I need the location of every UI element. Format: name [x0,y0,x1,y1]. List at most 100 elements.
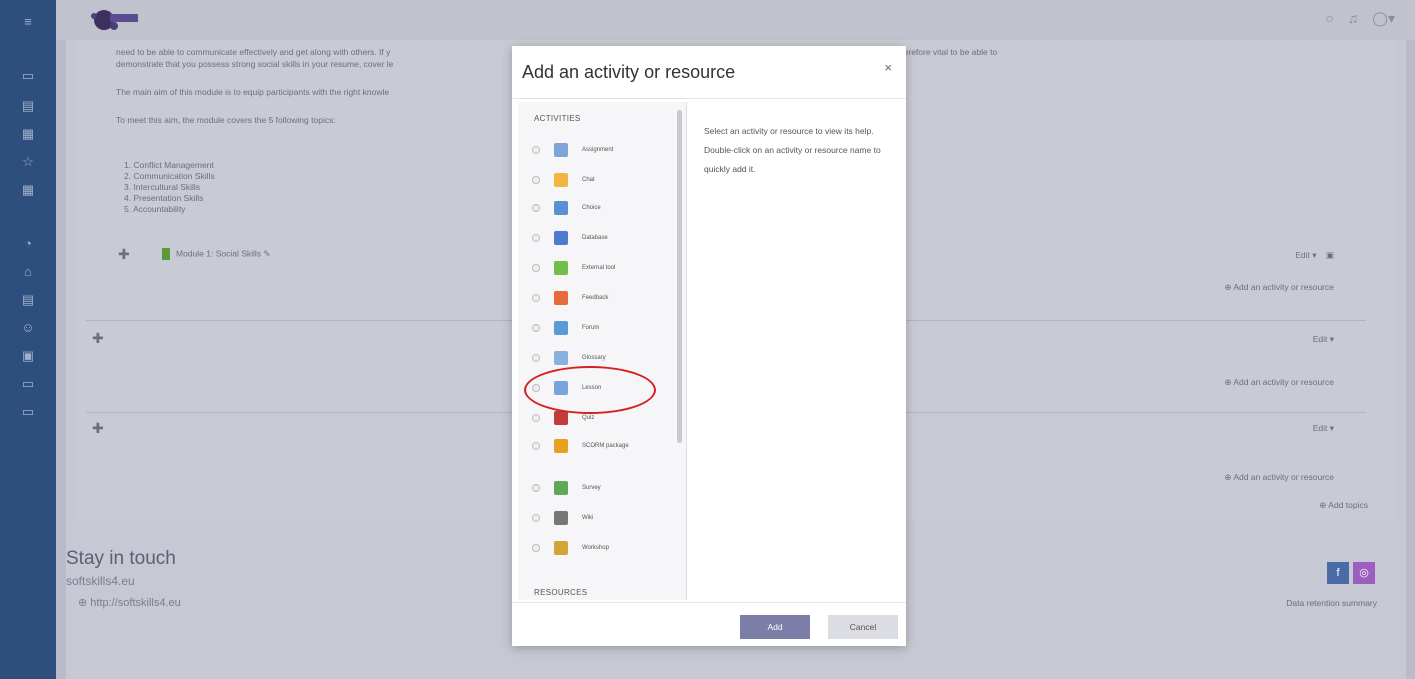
module-link-label[interactable]: Module 1: Social Skills [176,248,261,258]
scrollbar-thumb[interactable] [677,110,682,443]
folder-icon[interactable]: ▭ [20,68,36,84]
activity-option[interactable]: Survey [532,478,672,498]
radio-button[interactable] [532,234,540,242]
user-avatar-icon[interactable]: ◯▾ [1372,10,1395,27]
radio-button[interactable] [532,514,540,522]
activity-option[interactable]: Feedback [532,288,672,308]
list-icon[interactable]: ▤ [20,292,36,308]
activity-option[interactable]: Chat [532,170,672,190]
instagram-icon[interactable]: ◎ [1353,562,1375,584]
activity-option-label: Database [582,235,608,241]
radio-button[interactable] [532,146,540,154]
activity-type-icon [554,261,568,275]
social-links: f ◎ [1327,562,1375,584]
radio-button[interactable] [532,294,540,302]
activity-option[interactable]: Glossary [532,348,672,368]
bell-icon[interactable]: ♫ [1348,10,1359,27]
activity-option-label: Glossary [582,355,606,361]
gauge-icon[interactable]: ◔ [20,236,36,252]
activity-option-label: SCORM package [582,443,629,449]
folder-icon[interactable]: ▭ [20,376,36,392]
module-link[interactable]: Module 1: Social Skills ✎ [162,248,271,260]
activity-option[interactable]: External tool [532,258,672,278]
site-name: softskills4.eu [66,574,135,588]
add-activity-label: Add an activity or resource [1233,377,1334,387]
move-icon[interactable]: ✚ [118,246,130,263]
add-activity-link[interactable]: ⊕ Add an activity or resource [1224,377,1334,388]
edit-label: Edit [1312,334,1328,344]
radio-button[interactable] [532,484,540,492]
add-button[interactable]: Add [740,615,810,639]
add-activity-label: Add an activity or resource [1233,472,1334,482]
cube-icon[interactable]: ▣ [20,348,36,364]
move-icon[interactable]: ✚ [92,330,104,347]
radio-button[interactable] [532,204,540,212]
help-text: Select an activity or resource to view i… [704,126,881,174]
radio-button[interactable] [532,442,540,450]
star-icon[interactable]: ☆ [20,154,36,170]
radio-button[interactable] [532,414,540,422]
activity-option-label: Chat [582,177,595,183]
activity-type-icon [554,291,568,305]
edit-dropdown[interactable]: Edit ▾ [1313,423,1334,434]
grid-icon[interactable]: ▦ [20,182,36,198]
activity-option-label: Workshop [582,545,609,551]
left-sidebar: ≡ ▭ ▤ ▦ ☆ ▦ ◔ ⌂ ▤ ☺ ▣ ▭ ▭ [0,0,56,679]
globe-icon: ⊕ [78,597,88,609]
chat-icon[interactable]: ○ [1325,10,1333,27]
activity-option-label: Assignment [582,147,614,153]
add-activity-label: Add an activity or resource [1233,282,1334,292]
activity-type-icon [554,231,568,245]
add-activity-link[interactable]: ⊕ Add an activity or resource [1224,282,1334,293]
users-icon[interactable]: ☺ [20,320,36,336]
home-icon[interactable]: ⌂ [20,264,36,280]
folder-icon[interactable]: ▭ [20,404,36,420]
radio-button[interactable] [532,544,540,552]
activity-option[interactable]: SCORM package [532,436,672,456]
activity-option[interactable]: Wiki [532,508,672,528]
activity-option[interactable]: Database [532,228,672,248]
add-topics-link[interactable]: ⊕ Add topics [1319,500,1368,511]
move-icon[interactable]: ✚ [92,420,104,437]
radio-button[interactable] [532,264,540,272]
site-url-link[interactable]: ⊕ http://softskills4.eu [78,596,181,609]
topic-list: 1. Conflict Management 2. Communication … [124,160,215,215]
cancel-button[interactable]: Cancel [828,615,898,639]
stay-in-touch-heading: Stay in touch [66,548,176,569]
resources-section-label: RESOURCES [534,588,588,597]
activity-chooser-list[interactable]: ACTIVITIES Assignment Chat Choice Database E… [518,102,686,600]
list-item: 3. Intercultural Skills [124,182,201,192]
activity-type-icon [554,541,568,555]
activity-type-icon [554,351,568,365]
radio-button[interactable] [532,354,540,362]
data-retention-link[interactable]: Data retention summary [1286,598,1377,608]
activity-type-icon [554,173,568,187]
calendar-icon[interactable]: ▦ [20,126,36,142]
activity-option[interactable]: Assignment [532,140,672,160]
activity-option-label: Forum [582,325,600,331]
edit-label: Edit [1295,250,1310,260]
close-icon[interactable]: × [884,60,892,75]
edit-label: Edit [1312,423,1328,433]
course-paragraph: demonstrate that you possess strong soci… [116,59,394,69]
modal-header: Add an activity or resource × [512,46,906,99]
site-logo[interactable] [70,4,150,36]
edit-dropdown[interactable]: Edit ▾ [1313,334,1334,345]
activity-option-label: Choice [582,205,601,211]
edit-dropdown[interactable]: Edit ▾ ▣ [1295,250,1334,261]
activity-option-label: External tool [582,265,616,271]
pane-divider [686,102,687,600]
activity-option-label: Feedback [582,295,609,301]
activity-option[interactable]: Choice [532,198,672,218]
facebook-icon[interactable]: f [1327,562,1349,584]
course-paragraph: To meet this aim, the module covers the … [116,115,336,125]
activity-option[interactable]: Workshop [532,538,672,558]
radio-button[interactable] [532,324,540,332]
add-activity-link[interactable]: ⊕ Add an activity or resource [1224,472,1334,483]
menu-icon[interactable]: ≡ [20,14,36,30]
activity-option-label: Quiz [582,415,595,421]
book-icon[interactable]: ▤ [20,98,36,114]
site-footer: Stay in touch softskills4.eu ⊕ http://so… [66,548,181,609]
activity-option[interactable]: Forum [532,318,672,338]
radio-button[interactable] [532,176,540,184]
